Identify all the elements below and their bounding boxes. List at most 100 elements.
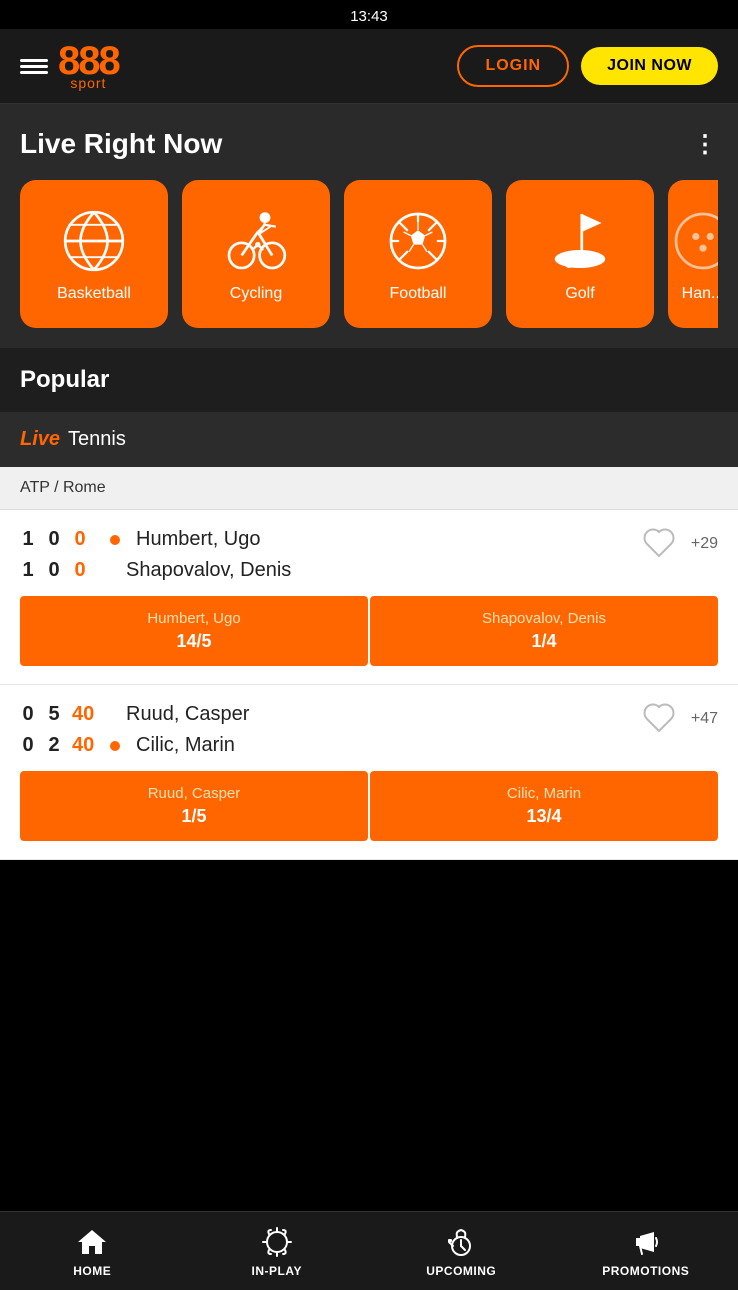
upcoming-icon [445, 1226, 477, 1258]
football-label: Football [390, 285, 447, 303]
inplay-icon [261, 1226, 293, 1258]
p2-score3: 0 [72, 559, 88, 582]
favorite-icon[interactable] [643, 528, 675, 560]
popular-section: Popular [0, 348, 738, 412]
basketball-label: Basketball [57, 285, 131, 303]
bet4-odds: 13/4 [526, 806, 561, 827]
player4-name: Cilic, Marin [136, 734, 235, 757]
more-markets-count: +29 [691, 535, 718, 553]
bet-button-player3[interactable]: Ruud, Casper 1/5 [20, 771, 368, 841]
p4-score1: 0 [20, 734, 36, 757]
p4-score2: 2 [46, 734, 62, 757]
cycling-icon [220, 205, 292, 277]
player3-scores: 0 5 40 [20, 703, 100, 726]
bottom-nav: HOME IN-PLAY UPCOMING [0, 1211, 738, 1290]
more2-markets-count: +47 [691, 710, 718, 728]
bet1-name: Humbert, Ugo [147, 610, 240, 627]
sport-card-golf[interactable]: Golf [506, 180, 654, 328]
logo: 888 sport [58, 41, 119, 91]
header-right: LOGIN JOIN NOW [457, 45, 718, 87]
p3-score3: 40 [72, 703, 94, 726]
p1-score3: 0 [72, 528, 88, 551]
header-left: 888 sport [20, 41, 119, 91]
match-actions: +29 [643, 528, 718, 560]
player4-scores: 0 2 40 [20, 734, 100, 757]
header: 888 sport LOGIN JOIN NOW [0, 29, 738, 104]
player3-row: 0 5 40 Ruud, Casper [20, 703, 249, 726]
bet3-odds: 1/5 [181, 806, 206, 827]
p1-score2: 0 [46, 528, 62, 551]
popular-title: Popular [20, 366, 718, 394]
players-scores: 1 0 0 Humbert, Ugo 1 0 0 [20, 528, 291, 582]
match-row: 1 0 0 Humbert, Ugo 1 0 0 [0, 510, 738, 685]
player2-name: Shapovalov, Denis [126, 559, 291, 582]
handball-label: Han... [682, 285, 718, 303]
match-row-2: 0 5 40 Ruud, Casper 0 2 40 [0, 685, 738, 860]
sport-card-basketball[interactable]: Basketball [20, 180, 168, 328]
bet2-odds: 1/4 [531, 631, 556, 652]
bet4-name: Cilic, Marin [507, 785, 581, 802]
live-tennis-header: Live Tennis [0, 412, 738, 467]
player1-scores: 1 0 0 [20, 528, 100, 551]
bet-buttons: Humbert, Ugo 14/5 Shapovalov, Denis 1/4 [20, 596, 718, 666]
match-players: 1 0 0 Humbert, Ugo 1 0 0 [20, 528, 718, 582]
sports-row: Basketball [20, 180, 718, 328]
tennis-label: Tennis [68, 428, 126, 451]
nav-home[interactable]: HOME [0, 1212, 185, 1290]
golf-icon [544, 205, 616, 277]
live-badge: Live [20, 428, 60, 451]
more-options-icon[interactable]: ⋮ [693, 130, 718, 159]
nav-inplay[interactable]: IN-PLAY [185, 1212, 370, 1290]
nav-promotions[interactable]: PROMOTIONS [554, 1212, 738, 1290]
sport-card-football[interactable]: Football [344, 180, 492, 328]
p2-score2: 0 [46, 559, 62, 582]
basketball-icon [58, 205, 130, 277]
match2-players: 0 5 40 Ruud, Casper 0 2 40 [20, 703, 718, 757]
login-button[interactable]: LOGIN [457, 45, 569, 87]
home-icon [76, 1226, 108, 1258]
bet-button-player2[interactable]: Shapovalov, Denis 1/4 [370, 596, 718, 666]
p2-score1: 1 [20, 559, 36, 582]
players2-scores: 0 5 40 Ruud, Casper 0 2 40 [20, 703, 249, 757]
bet1-odds: 14/5 [176, 631, 211, 652]
menu-search-button[interactable] [20, 59, 48, 74]
join-button[interactable]: JOIN NOW [581, 47, 718, 85]
status-bar: 13:43 [0, 0, 738, 29]
nav-inplay-label: IN-PLAY [252, 1264, 302, 1278]
live-right-now-section: Live Right Now ⋮ Basketball [0, 104, 738, 348]
serving-dot-2 [110, 741, 120, 751]
nav-upcoming[interactable]: UPCOMING [369, 1212, 554, 1290]
nav-home-label: HOME [73, 1264, 111, 1278]
player1-row: 1 0 0 Humbert, Ugo [20, 528, 291, 551]
player2-scores: 1 0 0 [20, 559, 100, 582]
status-time: 13:43 [350, 8, 388, 25]
golf-label: Golf [565, 285, 594, 303]
football-icon [382, 205, 454, 277]
bet2-name: Shapovalov, Denis [482, 610, 606, 627]
tournament-header: ATP / Rome [0, 467, 738, 510]
bet3-name: Ruud, Casper [148, 785, 241, 802]
match2-actions: +47 [643, 703, 718, 735]
bet-button-player4[interactable]: Cilic, Marin 13/4 [370, 771, 718, 841]
p4-score3: 40 [72, 734, 94, 757]
p1-score1: 1 [20, 528, 36, 551]
p3-score1: 0 [20, 703, 36, 726]
live-header: Live Right Now ⋮ [20, 128, 718, 160]
cycling-label: Cycling [230, 285, 282, 303]
p3-score2: 5 [46, 703, 62, 726]
sport-card-cycling[interactable]: Cycling [182, 180, 330, 328]
handball-icon [668, 205, 718, 277]
sport-card-handball[interactable]: Han... [668, 180, 718, 328]
player4-row: 0 2 40 Cilic, Marin [20, 734, 249, 757]
player1-name: Humbert, Ugo [136, 528, 261, 551]
bet-button-player1[interactable]: Humbert, Ugo 14/5 [20, 596, 368, 666]
promotions-icon [630, 1226, 662, 1258]
player3-name: Ruud, Casper [126, 703, 249, 726]
match-section: ATP / Rome 1 0 0 Humbert, Ugo [0, 467, 738, 860]
nav-promotions-label: PROMOTIONS [602, 1264, 689, 1278]
favorite2-icon[interactable] [643, 703, 675, 735]
live-title: Live Right Now [20, 128, 222, 160]
player2-row: 1 0 0 Shapovalov, Denis [20, 559, 291, 582]
nav-upcoming-label: UPCOMING [426, 1264, 496, 1278]
serving-dot [110, 535, 120, 545]
